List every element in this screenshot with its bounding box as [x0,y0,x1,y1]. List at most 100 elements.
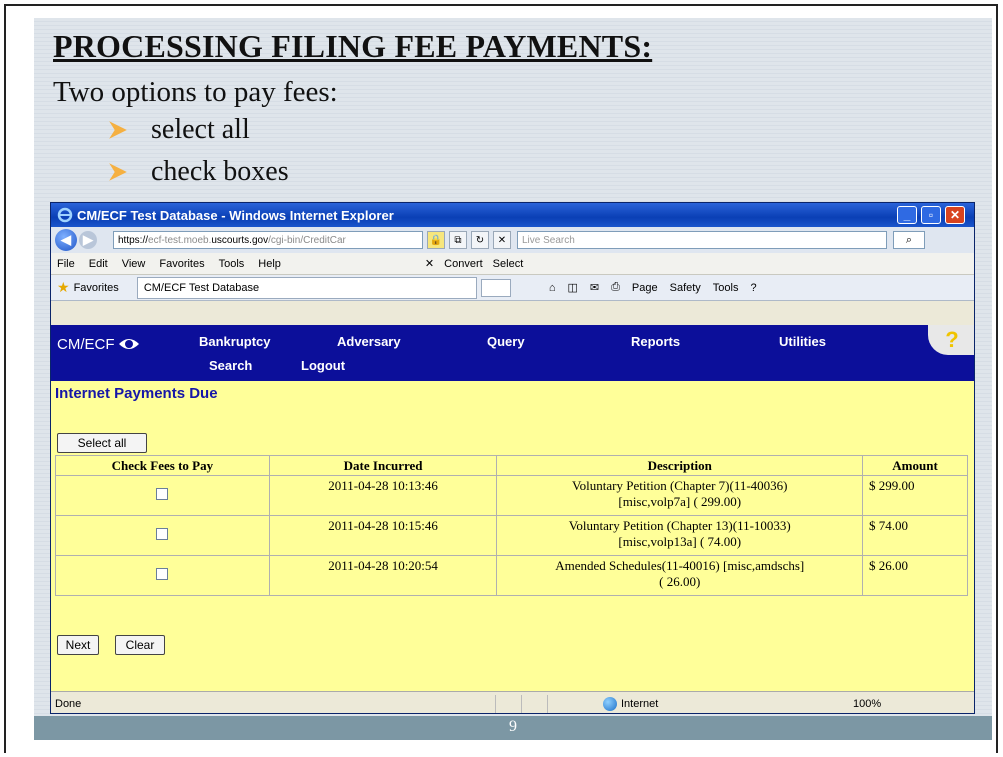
date-cell: 2011-04-28 10:20:54 [268,555,498,596]
clear-button[interactable]: Clear [115,635,165,655]
cmecf-logo-text: CM/ECF [57,335,115,353]
refresh-icon[interactable]: ↻ [471,231,489,249]
compatibility-icon[interactable]: ⧉ [449,231,467,249]
search-placeholder: Live Search [522,234,575,246]
help-icon[interactable]: ? [928,325,974,355]
status-cell [547,694,573,713]
table-row: 2011-04-28 10:15:46 Voluntary Petition (… [55,515,968,556]
menu-file[interactable]: File [57,258,75,270]
status-cell [521,694,547,713]
tab-cmecf[interactable]: CM/ECF Test Database [136,276,477,299]
status-bar: Done Internet 100% [51,691,974,713]
zoom-level[interactable]: 100% [853,698,881,710]
column-header: Description [496,455,864,476]
page-menu[interactable]: Page [632,282,658,294]
forward-arrow-icon[interactable]: ▶ [79,231,97,249]
nav-reports[interactable]: Reports [631,334,680,349]
description-line: Voluntary Petition (Chapter 13)(11-10033… [568,518,791,533]
cmecf-logo[interactable]: CM/ECF [57,334,141,354]
table-row: 2011-04-28 10:13:46 Voluntary Petition (… [55,475,968,516]
search-icon[interactable]: ⌕ [893,231,925,249]
home-icon[interactable]: ⌂ [549,282,556,294]
cmecf-logo-icon [118,339,139,349]
browser-window: CM/ECF Test Database - Windows Internet … [50,202,975,714]
address-bar[interactable]: https:// ecf-test.moeb. uscourts.gov /cg… [113,231,423,249]
nav-adversary[interactable]: Adversary [337,334,401,349]
status-text: Done [55,697,82,710]
column-header: Date Incurred [268,455,498,476]
slide-bullet: select all [107,114,250,146]
page-content: CM/ECF Bankruptcy Adversary Query Report… [51,325,974,691]
description-cell: Amended Schedules(11-40016) [misc,amdsch… [496,555,864,596]
bullet-label: select all [151,114,250,145]
url-host: uscourts.gov [211,234,269,246]
fee-checkbox[interactable] [156,568,169,580]
lock-icon[interactable]: 🔒 [427,231,445,249]
search-input[interactable]: Live Search [517,231,887,249]
amount-cell: $ 299.00 [862,475,968,516]
page-title: Internet Payments Due [55,385,218,402]
url-prefix: https:// [118,234,149,246]
address-toolbar: ◀ ▶ https:// ecf-test.moeb. uscourts.gov… [51,227,974,253]
fees-table: Check Fees to Pay Date Incurred Descript… [55,455,968,596]
date-cell: 2011-04-28 10:15:46 [268,515,498,556]
amount-cell: $ 74.00 [862,515,968,556]
description-line: Voluntary Petition (Chapter 7)(11-40036) [571,478,788,493]
maximize-button[interactable]: ▫ [921,206,941,224]
date-cell: 2011-04-28 10:13:46 [268,475,498,516]
new-tab-button[interactable] [480,278,511,297]
next-button[interactable]: Next [57,635,99,655]
menu-toolbar: ✕ Convert Select [425,257,533,271]
close-button[interactable]: ✕ [945,206,965,224]
favorites-bar: ★ Favorites CM/ECF Test Database ⌂ ◫ ✉ ⎙… [51,275,974,301]
globe-icon [603,696,617,711]
status-cell [495,694,521,713]
nav-utilities[interactable]: Utilities [779,334,826,349]
safety-menu[interactable]: Safety [670,282,701,294]
mail-icon[interactable]: ✉ [590,281,599,294]
nav-query[interactable]: Query [487,334,525,349]
favorites-star-icon[interactable]: ★ [57,279,70,296]
tab-label: CM/ECF Test Database [143,281,260,294]
description-cell: Voluntary Petition (Chapter 13)(11-10033… [496,515,864,556]
nav-logout[interactable]: Logout [301,358,345,373]
print-icon[interactable]: ⎙ [611,281,620,294]
slide-bullet: check boxes [107,156,289,188]
menu-help[interactable]: Help [258,258,281,270]
menu-view[interactable]: View [122,258,146,270]
feeds-icon[interactable]: ◫ [567,281,577,294]
help-icon[interactable]: ? [750,282,756,294]
menu-bar: File Edit View Favorites Tools Help ✕ Co… [51,253,974,275]
tools-menu[interactable]: Tools [713,282,739,294]
slide-intro: Two options to pay fees: [53,76,338,108]
security-zone[interactable]: Internet [603,696,813,711]
minimize-button[interactable]: _ [897,206,917,224]
back-arrow-icon[interactable]: ◀ [55,229,77,251]
nav-search[interactable]: Search [209,358,252,373]
table-header-row: Check Fees to Pay Date Incurred Descript… [55,455,968,476]
fee-checkbox[interactable] [156,528,169,540]
table-row: 2011-04-28 10:20:54 Amended Schedules(11… [55,555,968,596]
check-cell [55,555,270,596]
menu-tools[interactable]: Tools [219,258,245,270]
ie-logo-icon [57,207,73,223]
description-cell: Voluntary Petition (Chapter 7)(11-40036)… [496,475,864,516]
close-toolbar-icon[interactable]: ✕ [425,257,434,270]
stop-icon[interactable]: ✕ [493,231,511,249]
convert-button[interactable]: Convert [444,258,483,270]
fee-checkbox[interactable] [156,488,169,500]
select-all-button[interactable]: Select all [57,433,147,453]
check-cell [55,515,270,556]
amount-cell: $ 26.00 [862,555,968,596]
menu-favorites[interactable]: Favorites [159,258,204,270]
menu-edit[interactable]: Edit [89,258,108,270]
browser-title-bar: CM/ECF Test Database - Windows Internet … [51,203,974,227]
nav-bankruptcy[interactable]: Bankruptcy [199,334,271,349]
select-button[interactable]: Select [493,258,524,270]
browser-title: CM/ECF Test Database - Windows Internet … [77,207,394,223]
bullet-arrow-icon [109,121,127,139]
column-header: Amount [862,455,968,476]
url-host-prefix: ecf-test.moeb. [148,234,212,246]
favorites-button[interactable]: Favorites [74,282,119,294]
command-bar: ⌂ ◫ ✉ ⎙ Page Safety Tools ? [549,281,769,294]
